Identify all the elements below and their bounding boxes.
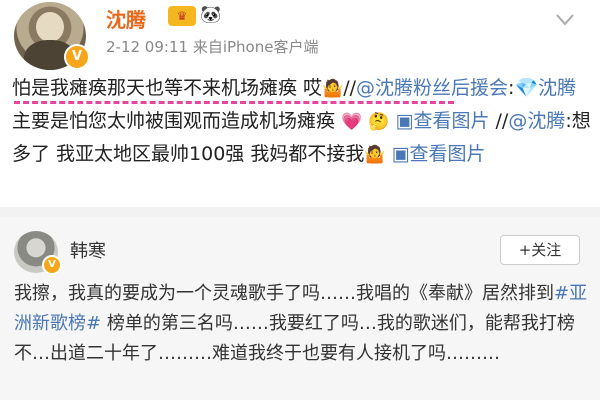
post-source: 来自iPhone客户端 xyxy=(192,38,319,56)
shenteng-link[interactable]: 沈腾 xyxy=(538,77,576,99)
fan-club-mention-link[interactable]: @沈腾粉丝后援会 xyxy=(356,77,508,99)
view-image-link-2[interactable]: ▣查看图片 xyxy=(392,143,486,165)
verified-badge-icon: V xyxy=(64,44,90,70)
diamond-icon: 💎 xyxy=(514,77,539,99)
post-text: 怕是我瘫痪那天也等不来机场瘫痪 哎🤷//@沈腾粉丝后援会:💎沈腾主要是怕您太帅被… xyxy=(12,72,592,171)
view-image-link[interactable]: ▣查看图片 xyxy=(396,110,490,132)
vip-crown-icon[interactable]: ♛ xyxy=(168,6,196,26)
panda-icon: 🐼 xyxy=(200,5,222,25)
thinking-emoji-icon: 🤔 xyxy=(368,112,390,132)
weibo-post: V 沈腾 ♛ 🐼 2-12 09:11 来自iPhone客户端 怕是我瘫痪那天也等… xyxy=(0,0,600,207)
comment-text-part1: 我擦，我真的要成为一个灵魂歌手了吗……我唱的《奉献》居然排到 xyxy=(14,283,554,304)
repost-separator-2: // xyxy=(495,110,509,132)
comment-text: 我擦，我真的要成为一个灵魂歌手了吗……我唱的《奉献》居然排到#亚洲新歌榜# 榜单… xyxy=(14,279,590,369)
follow-button[interactable]: +关注 xyxy=(500,235,580,265)
chevron-down-icon[interactable] xyxy=(555,8,575,32)
verified-badge-icon: V xyxy=(42,255,62,275)
author-badges: ♛ 🐼 xyxy=(168,5,221,26)
pink-dashed-underline xyxy=(14,101,454,104)
image-icon: ▣ xyxy=(391,143,410,165)
avatar-face xyxy=(36,12,64,42)
image-icon: ▣ xyxy=(395,110,414,132)
heart-emoji-icon: 💗 xyxy=(341,112,363,132)
post-time: 2-12 09:11 xyxy=(106,38,189,56)
shrug-emoji-icon-2: 🤷 xyxy=(364,145,386,165)
author-name[interactable]: 沈腾 xyxy=(106,4,146,33)
shenteng-mention-link[interactable]: @沈腾 xyxy=(508,110,565,132)
section-divider xyxy=(0,207,600,217)
post-meta: 2-12 09:11 来自iPhone客户端 xyxy=(106,36,318,57)
post-text-line1: 怕是我瘫痪那天也等不来机场瘫痪 哎 xyxy=(12,77,323,99)
repost-separator: // xyxy=(343,77,357,99)
commenter-name[interactable]: 韩寒 xyxy=(70,237,106,263)
comment-card: V 韩寒 +关注 我擦，我真的要成为一个灵魂歌手了吗……我唱的《奉献》居然排到#… xyxy=(0,217,600,400)
post-text-part2: 主要是怕您太帅被围观而造成机场瘫痪 xyxy=(12,110,336,132)
